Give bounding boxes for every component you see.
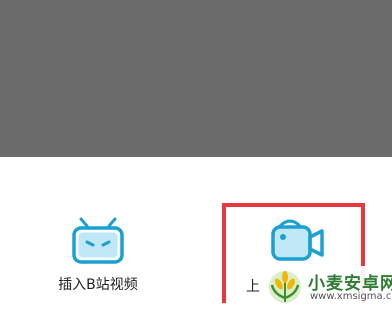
wheat-logo-icon [266, 268, 304, 308]
watermark: 小麦安卓网 www.xmsigma.com [262, 266, 392, 308]
insert-bili-video-option[interactable]: 插入B站视频 [38, 212, 158, 294]
bilibili-tv-icon [68, 217, 128, 271]
insert-bili-video-label: 插入B站视频 [58, 277, 138, 293]
dimmed-overlay[interactable] [0, 0, 392, 157]
watermark-url: www.xmsigma.com [310, 291, 392, 302]
